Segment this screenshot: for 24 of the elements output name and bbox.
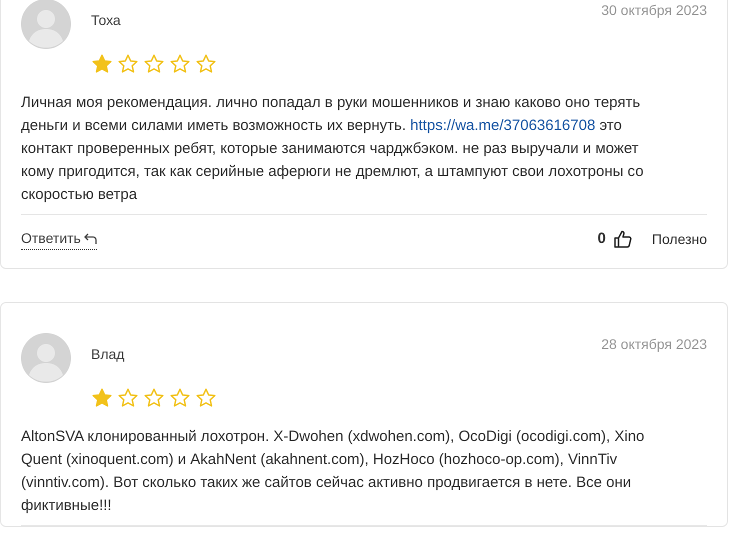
helpful-count: 0 xyxy=(598,230,606,247)
review-date: 28 октября 2023 xyxy=(601,335,707,354)
avatar-icon xyxy=(21,333,71,383)
thumbs-up-icon[interactable] xyxy=(614,230,632,248)
empty-star-icon xyxy=(195,53,217,75)
review-date: 30 октября 2023 xyxy=(601,1,707,20)
avatar-icon xyxy=(21,0,71,49)
empty-star-icon xyxy=(143,53,165,75)
review-text: Личная моя рекомендация. лично попадал в руки мошенников и знаю каково оно терять деньги и всеми силами иметь возможность их вернуть. https://wa.me/37063616708 это контакт проверенных ребят, которые занимаются чарджбэком. не раз выручали и может кому пригодится, так как серийные аферюги не дремлют, а штампуют свои лохотроны со скоростью ветра xyxy=(21,93,645,205)
filled-star-icon xyxy=(91,53,113,75)
author-name: Тоха xyxy=(91,11,121,30)
empty-star-icon xyxy=(169,387,191,409)
filled-star-icon xyxy=(91,387,113,409)
empty-star-icon xyxy=(169,53,191,75)
empty-star-icon xyxy=(117,387,139,409)
author-name: Влад xyxy=(91,345,124,364)
reply-button[interactable]: Ответить xyxy=(21,227,97,250)
empty-star-icon xyxy=(143,387,165,409)
empty-star-icon xyxy=(117,53,139,75)
review-text: AltonSVA клонированный лохотрон. X-Dwohen (xdwohen.com), OcoDigi (ocodigi.com), Xino Quent (xinoquent.com) и AkahNent (akahnent.com), HozHoco (hozhoco-op.com), VinnTiv (vinntiv.com). Вот сколько таких же сайтов сейчас активно продвигается в нете. Все они фиктивные!!! xyxy=(21,427,646,516)
helpful-label: Полезно xyxy=(652,230,707,246)
contact-link[interactable]: https://wa.me/37063616708 xyxy=(410,117,596,134)
empty-star-icon xyxy=(195,387,217,409)
reply-arrow-icon xyxy=(84,232,97,244)
